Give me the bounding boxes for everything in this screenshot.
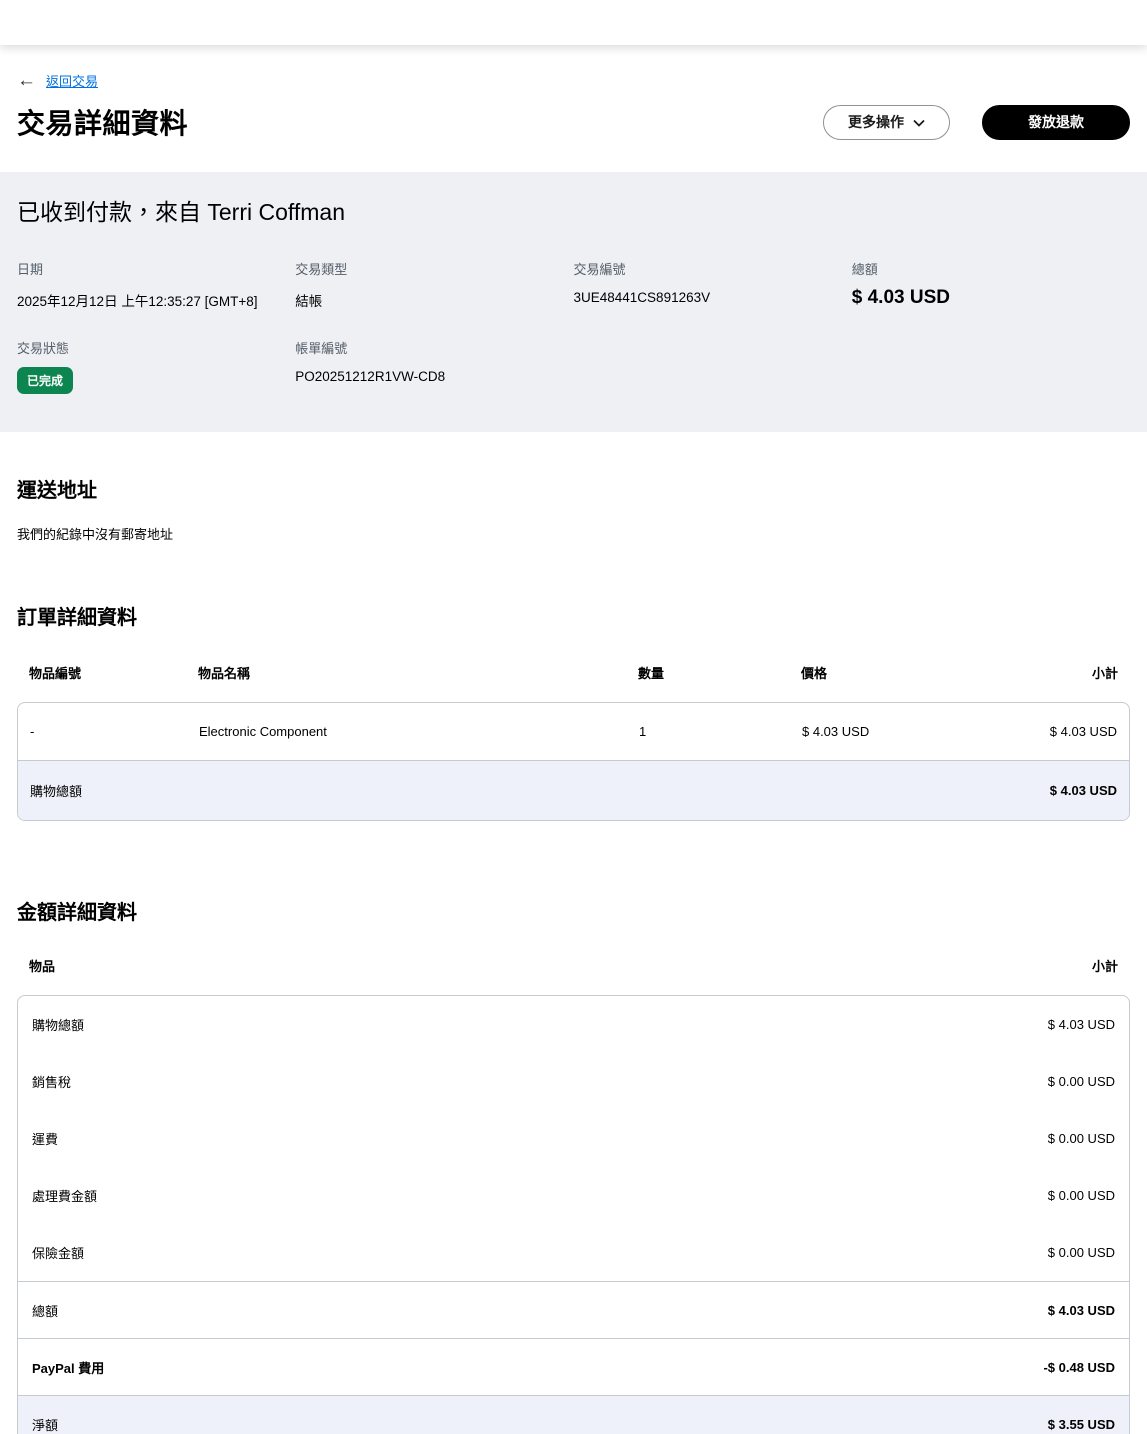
invoice-id-label: 帳單編號 [295,341,348,356]
no-shipping-address-note: 我們的紀錄中沒有郵寄地址 [17,527,174,542]
paypal-fee-row: PayPal 費用 -$ 0.48 USD [18,1338,1129,1395]
col-subtotal: 小計 [1091,666,1118,681]
page-title: 交易詳細資料 [17,108,189,139]
date-field: 日期 2025年12月12日 上午12:35:27 [GMT+8] [17,259,295,310]
row-value: $ 3.55 USD [1047,1416,1115,1432]
row-label: 淨額 [32,1417,59,1433]
row-value: $ 0.00 USD [1047,1245,1115,1260]
col-quantity: 數量 [638,666,665,681]
item-number-cell: - [30,724,35,739]
header-actions: 更多操作 發放退款 [823,104,1130,140]
more-actions-label: 更多操作 [848,114,904,130]
chevron-down-icon [913,114,925,130]
invoice-id-value: PO20251212R1VW-CD8 [295,369,446,384]
row-label: 運費 [32,1132,59,1147]
status-badge: 已完成 [17,367,74,394]
order-table: - Electronic Component 1 $ 4.03 USD $ 4.… [17,702,1130,821]
row-value: $ 4.03 USD [1047,1017,1115,1032]
amount-table-header: 物品 小計 [17,956,1130,975]
row-value: $ 4.03 USD [1047,1302,1115,1318]
row-value: -$ 0.48 USD [1043,1359,1115,1375]
sales-tax-row: 銷售稅 $ 0.00 USD [18,1053,1129,1110]
back-to-transactions-link[interactable]: 返回交易 [46,71,98,90]
gross-amount-value: $ 4.03 USD [851,287,950,308]
page-header: 交易詳細資料 更多操作 發放退款 [17,102,1130,142]
transaction-type-label: 交易類型 [295,262,348,277]
amount-table: 購物總額 $ 4.03 USD 銷售稅 $ 0.00 USD 運費 $ 0.00… [17,995,1130,1434]
summary-fields-row-2: 交易狀態 已完成 帳單編號 PO20251212R1VW-CD8 [17,338,1130,394]
row-value: $ 0.00 USD [1047,1131,1115,1146]
back-row: ← 返回交易 [17,71,1130,90]
transaction-type-value: 結帳 [295,294,323,309]
row-label: 處理費金額 [32,1189,98,1204]
purchase-total-value: $ 4.03 USD [1049,783,1117,798]
purchase-total-amount-row: 購物總額 $ 4.03 USD [18,996,1129,1053]
shipping-address-heading: 運送地址 [17,480,97,502]
transaction-id-label: 交易編號 [573,262,626,277]
shipping-fee-row: 運費 $ 0.00 USD [18,1110,1129,1167]
date-label: 日期 [17,262,44,277]
transaction-status-field: 交易狀態 已完成 [17,338,295,394]
invoice-id-field: 帳單編號 PO20251212R1VW-CD8 [295,338,573,394]
row-label: PayPal 費用 [32,1360,105,1376]
transaction-status-label: 交易狀態 [17,341,70,356]
price-cell: $ 4.03 USD [802,724,870,739]
row-label: 總額 [32,1303,59,1319]
top-navigation-bar [0,0,1147,45]
row-label: 銷售稅 [32,1075,72,1090]
date-value: 2025年12月12日 上午12:35:27 [GMT+8] [17,294,258,309]
row-value: $ 0.00 USD [1047,1188,1115,1203]
purchase-total-row: 購物總額 $ 4.03 USD [18,760,1129,820]
col-item-name: 物品名稱 [198,666,251,681]
col-item-number: 物品編號 [29,666,82,681]
purchase-total-label: 購物總額 [30,784,83,799]
transaction-id-field: 交易編號 3UE48441CS891263V [574,259,852,310]
col-price: 價格 [801,666,828,681]
transaction-id-value: 3UE48441CS891263V [573,290,711,305]
gross-total-row: 總額 $ 4.03 USD [18,1281,1129,1338]
transaction-type-field: 交易類型 結帳 [295,259,573,310]
amount-details-heading: 金額詳細資料 [17,902,137,924]
order-table-row: - Electronic Component 1 $ 4.03 USD $ 4.… [18,703,1129,760]
quantity-cell: 1 [639,724,647,739]
net-amount-row: 淨額 $ 3.55 USD [18,1395,1129,1434]
row-value: $ 0.00 USD [1047,1074,1115,1089]
transaction-detail-page: ← 返回交易 交易詳細資料 更多操作 發放退款 已收到付款，來自 Terri C… [0,71,1147,1434]
gross-amount-label: 總額 [851,262,878,277]
shipping-address-section: 運送地址 我們的紀錄中沒有郵寄地址 [17,474,1130,543]
transaction-summary-panel: 已收到付款，來自 Terri Coffman 日期 2025年12月12日 上午… [0,172,1147,432]
order-table-header: 物品編號 物品名稱 數量 價格 小計 [17,663,1130,682]
issue-refund-button[interactable]: 發放退款 [982,104,1130,140]
col-item: 物品 [29,959,56,974]
amount-details-section: 金額詳細資料 物品 小計 購物總額 $ 4.03 USD 銷售稅 $ 0.00 … [17,896,1130,1434]
row-label: 購物總額 [32,1018,85,1033]
more-actions-button[interactable]: 更多操作 [823,104,950,140]
summary-fields-row-1: 日期 2025年12月12日 上午12:35:27 [GMT+8] 交易類型 結… [17,259,1130,310]
back-arrow-icon[interactable]: ← [17,71,36,90]
col-amount-subtotal: 小計 [1091,959,1118,974]
item-name-cell: Electronic Component [199,724,327,739]
order-details-heading: 訂單詳細資料 [17,607,137,629]
handling-fee-row: 處理費金額 $ 0.00 USD [18,1167,1129,1224]
gross-amount-field: 總額 $ 4.03 USD [852,259,1130,310]
payment-received-heading: 已收到付款，來自 Terri Coffman [17,199,346,225]
row-label: 保險金額 [32,1246,85,1261]
insurance-amount-row: 保險金額 $ 0.00 USD [18,1224,1129,1281]
order-details-section: 訂單詳細資料 物品編號 物品名稱 數量 價格 小計 - Electronic C… [17,601,1130,821]
subtotal-cell: $ 4.03 USD [1049,724,1117,739]
